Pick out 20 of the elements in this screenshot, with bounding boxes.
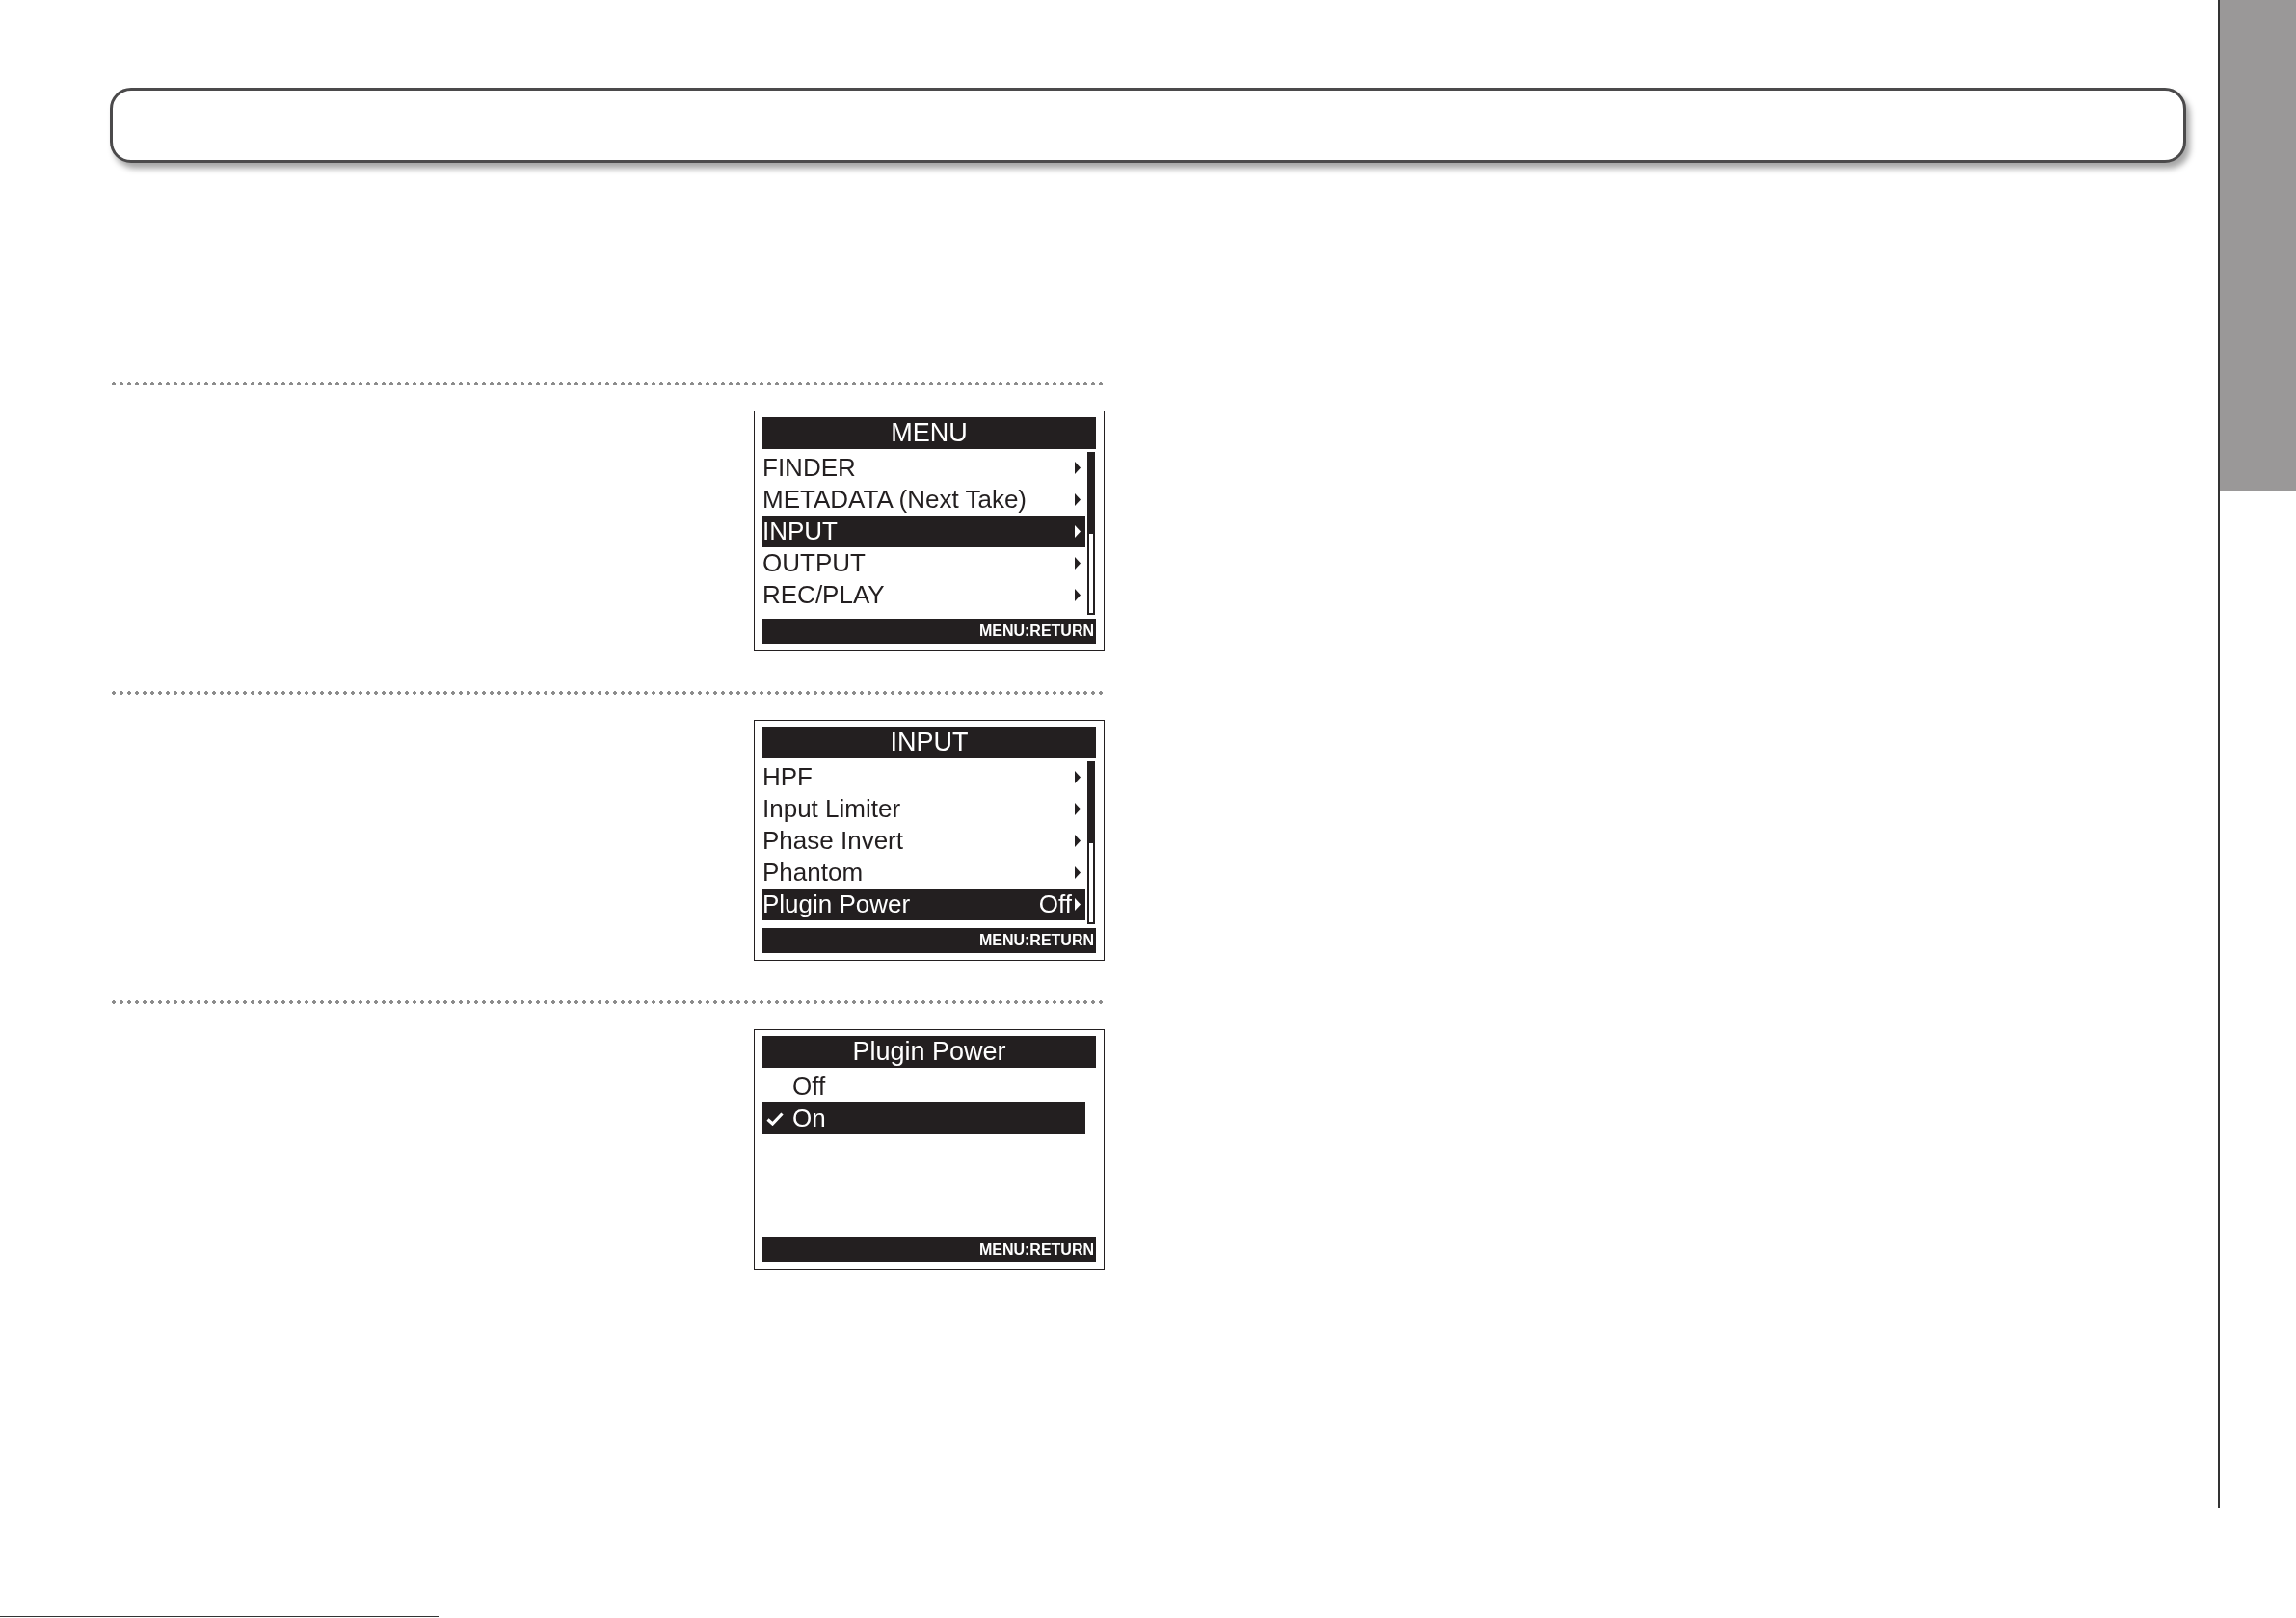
option-item[interactable]: On: [762, 1102, 1085, 1134]
caret-right-icon: [1075, 557, 1081, 570]
screen-title: INPUT: [762, 727, 1096, 758]
softkey-hint: MENU:RETURN: [762, 619, 1096, 644]
caret-right-icon: [1075, 589, 1081, 601]
softkey-hint: MENU:RETURN: [762, 1237, 1096, 1262]
screen-title: MENU: [762, 417, 1096, 449]
menu-item[interactable]: Plugin Power Off: [762, 889, 1085, 920]
setting-value: Off: [1038, 889, 1072, 920]
caret-right-icon: [1075, 866, 1081, 879]
caret-right-icon: [1075, 525, 1081, 538]
menu-item[interactable]: INPUT: [762, 516, 1085, 547]
caret-right-icon: [1075, 462, 1081, 474]
caret-right-icon: [1075, 835, 1081, 847]
softkey-hint: MENU:RETURN: [762, 928, 1096, 953]
caret-right-icon: [1075, 493, 1081, 506]
caret-right-icon: [1075, 898, 1081, 911]
caret-right-icon: [1075, 803, 1081, 815]
caret-right-icon: [1075, 771, 1081, 783]
screen-title: Plugin Power: [762, 1036, 1096, 1068]
